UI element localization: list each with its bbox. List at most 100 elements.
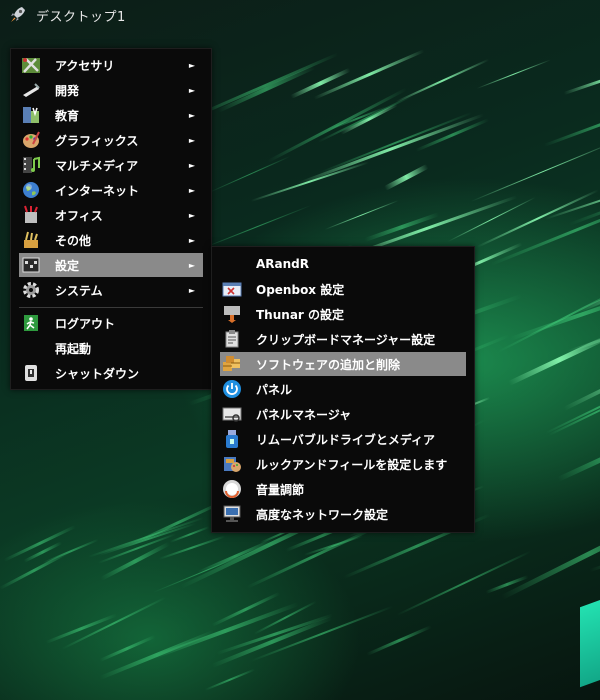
submenu-arrow-icon: ► bbox=[188, 285, 195, 295]
desktop-title: デスクトップ1 bbox=[36, 9, 126, 25]
submenu-item-label: ソフトウェアの追加と削除 bbox=[256, 357, 401, 372]
background-streak bbox=[476, 59, 552, 90]
background-streak bbox=[577, 237, 600, 314]
submenu-arrow-icon: ► bbox=[188, 260, 195, 270]
menu-item-graphics[interactable]: グラフィックス ► bbox=[19, 128, 203, 152]
multimedia-icon bbox=[21, 155, 41, 175]
menu-item-label: 教育 bbox=[55, 108, 80, 123]
submenu-item-label: クリップボードマネージャー設定 bbox=[256, 332, 436, 347]
menu-item-logout[interactable]: ログアウト bbox=[19, 311, 203, 335]
menu-item-education[interactable]: 教育 ► bbox=[19, 103, 203, 127]
network-icon bbox=[222, 504, 242, 524]
background-streak bbox=[563, 63, 600, 95]
background-streak bbox=[217, 64, 316, 113]
internet-globe-icon bbox=[21, 180, 41, 200]
thunar-settings-icon bbox=[222, 304, 242, 324]
main-menu: アクセサリ ► 開発 ► 教育 ► グラフィックス ► マルチメディア ► イン… bbox=[10, 48, 212, 390]
submenu-item-removable-drives[interactable]: リムーバブルドライブとメディア bbox=[220, 427, 466, 451]
clipboard-icon bbox=[222, 329, 242, 349]
graphics-icon bbox=[21, 130, 41, 150]
background-streak bbox=[383, 163, 429, 191]
submenu-arrow-icon: ► bbox=[188, 210, 195, 220]
panel-power-icon bbox=[222, 379, 242, 399]
menu-item-shutdown[interactable]: シャットダウン bbox=[19, 361, 203, 385]
settings-icon bbox=[21, 255, 41, 275]
background-streak bbox=[563, 319, 600, 411]
menu-item-label: ログアウト bbox=[55, 316, 116, 331]
background-streak bbox=[201, 204, 312, 249]
openbox-settings-icon bbox=[222, 279, 242, 299]
accessories-icon bbox=[21, 55, 41, 75]
menu-item-label: その他 bbox=[55, 233, 92, 248]
top-bar: デスクトップ1 bbox=[0, 0, 600, 30]
system-gear-icon bbox=[21, 280, 41, 300]
software-package-icon bbox=[222, 354, 242, 374]
menu-item-system[interactable]: システム ► bbox=[19, 278, 203, 302]
background-streak bbox=[317, 94, 414, 144]
submenu-arrow-icon: ► bbox=[188, 160, 195, 170]
settings-submenu: ARandR Openbox 設定 Thunar の設定 クリップボードマネージ… bbox=[211, 246, 475, 533]
background-streak bbox=[246, 523, 380, 589]
background-streak bbox=[61, 596, 167, 651]
background-streak bbox=[3, 525, 76, 562]
menu-item-label: 開発 bbox=[55, 83, 80, 98]
background-streak bbox=[204, 668, 255, 692]
background-streak bbox=[497, 278, 600, 354]
background-streak bbox=[568, 160, 600, 226]
submenu-item-advanced-network[interactable]: 高度なネットワーク設定 bbox=[220, 502, 466, 526]
background-streak bbox=[546, 382, 600, 434]
background-streak bbox=[509, 288, 600, 342]
submenu-item-label: Thunar の設定 bbox=[256, 307, 345, 322]
other-icon bbox=[21, 230, 41, 250]
submenu-item-look-and-feel[interactable]: ルックアンドフィールを設定します bbox=[220, 452, 466, 476]
submenu-item-arandr[interactable]: ARandR bbox=[220, 252, 466, 276]
menu-item-label: 設定 bbox=[55, 258, 80, 273]
menu-item-label: グラフィックス bbox=[55, 133, 139, 148]
menu-item-settings[interactable]: 設定 ► bbox=[19, 253, 203, 277]
submenu-item-label: パネルマネージャ bbox=[256, 407, 352, 422]
submenu-item-volume-control[interactable]: 音量調節 bbox=[220, 477, 466, 501]
submenu-item-label: パネル bbox=[256, 382, 293, 397]
menu-separator bbox=[19, 307, 203, 308]
submenu-item-label: Openbox 設定 bbox=[256, 282, 345, 297]
logout-icon bbox=[21, 313, 41, 333]
menu-item-label: シャットダウン bbox=[55, 366, 140, 381]
menu-item-other[interactable]: その他 ► bbox=[19, 228, 203, 252]
submenu-item-panel[interactable]: パネル bbox=[220, 377, 466, 401]
development-icon bbox=[21, 80, 41, 100]
background-streak bbox=[208, 155, 290, 193]
menu-item-multimedia[interactable]: マルチメディア ► bbox=[19, 153, 203, 177]
submenu-item-label: リムーバブルドライブとメディア bbox=[256, 432, 436, 447]
appearance-icon bbox=[222, 454, 242, 474]
menu-item-development[interactable]: 開発 ► bbox=[19, 78, 203, 102]
submenu-item-thunar-settings[interactable]: Thunar の設定 bbox=[220, 302, 466, 326]
background-streak bbox=[470, 140, 600, 203]
background-streak bbox=[556, 427, 600, 482]
submenu-arrow-icon: ► bbox=[188, 235, 195, 245]
menu-item-label: 再起動 bbox=[55, 341, 92, 356]
menu-item-label: オフィス bbox=[55, 208, 103, 223]
submenu-item-add-remove-software[interactable]: ソフトウェアの追加と削除 bbox=[220, 352, 466, 376]
volume-icon bbox=[222, 479, 242, 499]
background-streak bbox=[324, 199, 399, 230]
rocket-icon[interactable] bbox=[8, 5, 28, 25]
menu-item-reboot[interactable]: 再起動 bbox=[19, 336, 203, 360]
submenu-item-panel-manager[interactable]: パネルマネージャ bbox=[220, 402, 466, 426]
submenu-arrow-icon: ► bbox=[188, 185, 195, 195]
submenu-item-openbox-settings[interactable]: Openbox 設定 bbox=[220, 277, 466, 301]
menu-item-office[interactable]: オフィス ► bbox=[19, 203, 203, 227]
menu-item-accessories[interactable]: アクセサリ ► bbox=[19, 53, 203, 77]
submenu-item-label: ARandR bbox=[256, 257, 309, 271]
background-streak bbox=[366, 625, 432, 656]
submenu-arrow-icon: ► bbox=[188, 85, 195, 95]
menu-item-label: マルチメディア bbox=[55, 158, 139, 173]
submenu-item-label: 音量調節 bbox=[256, 482, 305, 497]
submenu-item-label: 高度なネットワーク設定 bbox=[256, 507, 389, 522]
shutdown-icon bbox=[21, 363, 41, 383]
education-icon bbox=[21, 105, 41, 125]
menu-item-label: システム bbox=[55, 283, 103, 298]
menu-item-internet[interactable]: インターネット ► bbox=[19, 178, 203, 202]
submenu-arrow-icon: ► bbox=[188, 110, 195, 120]
submenu-arrow-icon: ► bbox=[188, 60, 195, 70]
submenu-item-clipboard-manager[interactable]: クリップボードマネージャー設定 bbox=[220, 327, 466, 351]
